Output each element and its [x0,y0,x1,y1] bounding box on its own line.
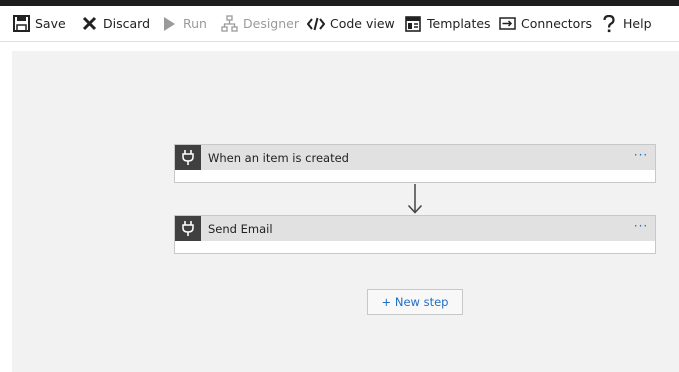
toolbar: Save Discard Run Designer Code view Temp… [0,6,679,42]
trigger-step-title: When an item is created [208,150,349,165]
trigger-step-more-button[interactable]: ··· [633,149,649,165]
plug-icon [175,145,201,170]
designer-icon [220,15,238,33]
discard-button[interactable]: Discard [80,6,150,41]
flow-arrow-icon [407,184,423,214]
designer-label: Designer [243,16,299,31]
send-email-step-title: Send Email [208,221,273,236]
code-view-button[interactable]: Code view [307,6,395,41]
connectors-button[interactable]: Connectors [498,6,592,41]
new-step-button[interactable]: + New step [367,289,463,315]
trigger-step-card[interactable]: When an item is created ··· [174,144,656,183]
help-button[interactable]: Help [600,6,652,41]
templates-button[interactable]: Templates [404,6,491,41]
designer-canvas[interactable]: When an item is created ··· Send Email ·… [12,51,679,372]
connectors-icon [498,15,516,33]
send-email-step-card[interactable]: Send Email ··· [174,215,656,254]
connectors-label: Connectors [521,16,592,31]
code-view-label: Code view [330,16,395,31]
code-icon [307,15,325,33]
save-label: Save [35,16,66,31]
save-button[interactable]: Save [12,6,66,41]
templates-label: Templates [427,16,491,31]
run-button[interactable]: Run [160,6,207,41]
plug-icon [175,216,201,241]
send-email-step-header[interactable]: Send Email [175,216,655,241]
trigger-step-header[interactable]: When an item is created [175,145,655,170]
run-label: Run [183,16,207,31]
help-label: Help [623,16,652,31]
designer-button[interactable]: Designer [220,6,299,41]
close-icon [80,15,98,33]
save-icon [12,15,30,33]
play-icon [160,15,178,33]
send-email-step-more-button[interactable]: ··· [633,220,649,236]
discard-label: Discard [103,16,150,31]
templates-icon [404,15,422,33]
help-icon [600,14,618,33]
